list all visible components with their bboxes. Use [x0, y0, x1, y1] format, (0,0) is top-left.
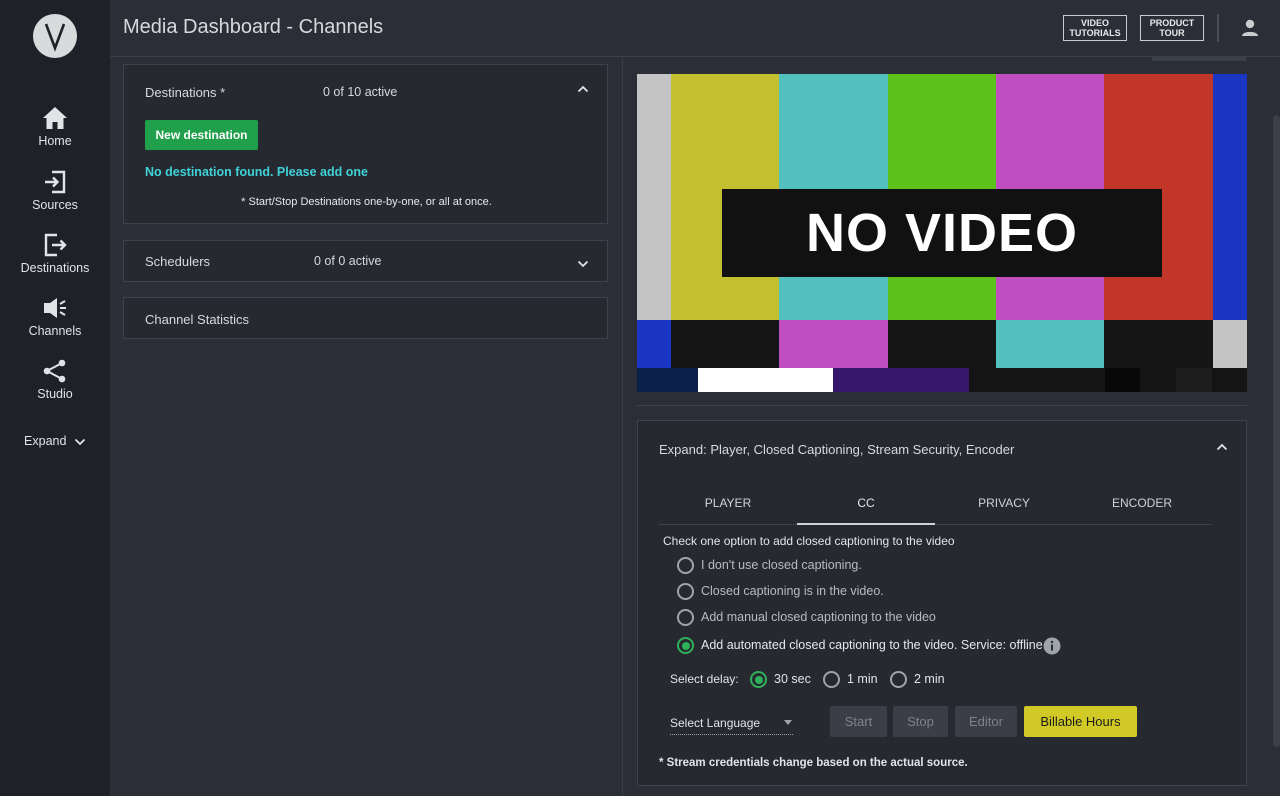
tab-player[interactable]: PLAYER [659, 483, 797, 525]
sidebar-item-destinations[interactable]: Destinations [0, 233, 110, 275]
sidebar-item-label: Studio [37, 387, 72, 401]
no-video-overlay: NO VIDEO [722, 189, 1162, 277]
video-tutorials-line1: VIDEO [1064, 18, 1126, 28]
cc-option-label: Add manual closed captioning to the vide… [701, 610, 936, 624]
delay-option-label: 30 sec [774, 672, 811, 686]
user-icon[interactable] [1240, 18, 1260, 43]
sidebar-item-channels[interactable]: Channels [0, 296, 110, 338]
scrollbar[interactable] [1273, 115, 1280, 747]
header-divider [1217, 14, 1219, 42]
cc-option-label: Add automated closed captioning to the v… [701, 638, 1043, 652]
page-title: Media Dashboard - Channels [123, 16, 383, 39]
cc-intro-text: Check one option to add closed captionin… [663, 534, 955, 548]
sidebar: Home Sources Destinations Channels Studi… [0, 0, 110, 796]
tab-encoder[interactable]: ENCODER [1073, 483, 1211, 525]
sidebar-item-home[interactable]: Home [0, 106, 110, 148]
stop-button[interactable]: Stop [893, 706, 948, 737]
product-tour-line1: PRODUCT [1141, 18, 1203, 28]
destinations-note: * Start/Stop Destinations one-by-one, or… [124, 196, 609, 208]
tab-cc[interactable]: CC [797, 483, 935, 525]
expand-panel-title: Expand: Player, Closed Captioning, Strea… [659, 442, 1014, 457]
cc-option-label: Closed captioning is in the video. [701, 584, 884, 598]
dropdown-caret-icon [784, 720, 792, 725]
chevron-down-icon[interactable] [577, 260, 589, 268]
cc-option-label: I don't use closed captioning. [701, 558, 862, 572]
share-icon [42, 359, 68, 383]
destinations-count: 0 of 10 active [323, 85, 397, 99]
no-destination-message[interactable]: No destination found. Please add one [145, 165, 368, 179]
info-icon[interactable] [1043, 637, 1061, 655]
start-button[interactable]: Start [830, 706, 887, 737]
schedulers-panel[interactable]: Schedulers 0 of 0 active [123, 240, 608, 282]
chevron-down-icon [74, 438, 86, 446]
schedulers-count: 0 of 0 active [314, 254, 381, 268]
column-divider [622, 58, 623, 796]
no-video-text: NO VIDEO [722, 189, 1162, 277]
settings-tabs: PLAYER CC PRIVACY ENCODER [659, 483, 1212, 525]
delay-label: Select delay: [670, 672, 739, 686]
video-tutorials-button[interactable]: VIDEO TUTORIALS [1063, 15, 1127, 41]
channel-statistics-panel[interactable]: Channel Statistics [123, 297, 608, 339]
radio-button[interactable] [677, 609, 694, 626]
radio-button[interactable] [823, 671, 840, 688]
header: Media Dashboard - Channels VIDEO TUTORIA… [110, 0, 1280, 57]
sources-icon [42, 170, 68, 194]
schedulers-title: Schedulers [145, 254, 210, 269]
destinations-panel: Destinations * 0 of 10 active New destin… [123, 64, 608, 224]
radio-button[interactable] [677, 583, 694, 600]
billable-hours-button[interactable]: Billable Hours [1024, 706, 1137, 737]
logo[interactable] [33, 14, 77, 58]
radio-button[interactable] [890, 671, 907, 688]
chevron-up-icon[interactable] [577, 85, 589, 93]
delay-option-label: 1 min [847, 672, 878, 686]
language-select[interactable]: Select Language [670, 710, 793, 735]
radio-button-selected[interactable] [677, 637, 694, 654]
language-select-placeholder: Select Language [670, 716, 760, 730]
sidebar-item-label: Home [38, 134, 71, 148]
destinations-title: Destinations * [145, 85, 225, 100]
channel-statistics-title: Channel Statistics [145, 312, 249, 327]
channels-icon [42, 296, 68, 320]
video-preview[interactable]: NO VIDEO [637, 74, 1247, 392]
sidebar-item-label: Channels [29, 324, 82, 338]
sidebar-expand-toggle[interactable]: Expand [0, 434, 110, 448]
video-tutorials-line2: TUTORIALS [1064, 28, 1126, 38]
top-strip [1152, 57, 1246, 61]
product-tour-line2: TOUR [1141, 28, 1203, 38]
radio-button-selected[interactable] [750, 671, 767, 688]
sidebar-item-sources[interactable]: Sources [0, 170, 110, 212]
delay-option-label: 2 min [914, 672, 945, 686]
chevron-up-icon[interactable] [1216, 443, 1228, 451]
sidebar-item-label: Destinations [21, 261, 90, 275]
radio-button[interactable] [677, 557, 694, 574]
product-tour-button[interactable]: PRODUCT TOUR [1140, 15, 1204, 41]
expand-panel: Expand: Player, Closed Captioning, Strea… [637, 420, 1247, 786]
expand-label: Expand [24, 434, 66, 448]
video-separator [637, 405, 1247, 406]
home-icon [42, 106, 68, 130]
sidebar-item-studio[interactable]: Studio [0, 359, 110, 401]
stream-credentials-note: * Stream credentials change based on the… [659, 757, 968, 769]
sidebar-item-label: Sources [32, 198, 78, 212]
logo-v-icon [33, 14, 77, 58]
editor-button[interactable]: Editor [955, 706, 1017, 737]
tab-privacy[interactable]: PRIVACY [935, 483, 1073, 525]
new-destination-button[interactable]: New destination [145, 120, 258, 150]
destinations-icon [42, 233, 68, 257]
